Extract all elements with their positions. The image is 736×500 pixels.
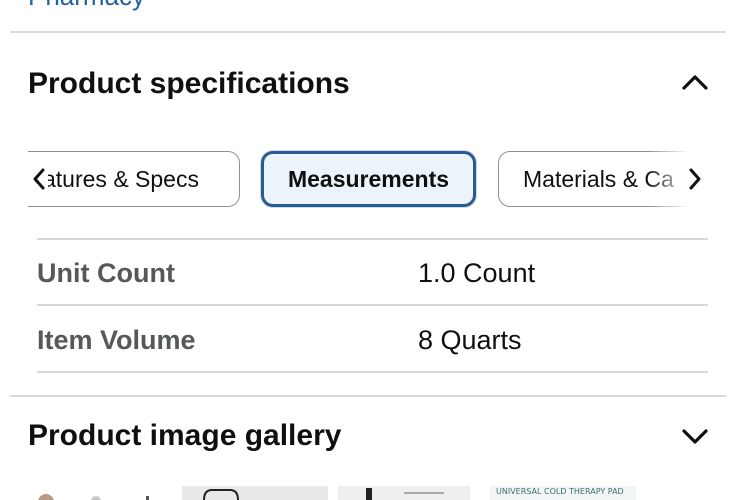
chevron-down-icon[interactable] <box>682 423 708 449</box>
tab-label: Measurements <box>287 166 450 192</box>
pharmacy-link[interactable]: Pharmacy <box>28 0 145 10</box>
product-specifications-title: Product specifications <box>28 67 350 100</box>
spec-value: 1.0 Count <box>418 258 536 288</box>
section-divider <box>10 31 726 33</box>
gallery-thumbnail[interactable] <box>36 486 154 500</box>
page: Pharmacy Product specifications atures &… <box>0 0 736 500</box>
spec-label: Item Volume <box>37 325 196 355</box>
spec-tabs: atures & Specs Measurements Materials & … <box>28 150 708 210</box>
gallery-thumbnail[interactable] <box>338 486 470 500</box>
tab-features-specs[interactable]: atures & Specs <box>28 151 240 207</box>
product-image-gallery-title: Product image gallery <box>28 419 342 452</box>
row-divider <box>37 238 708 240</box>
gallery-thumbnail[interactable]: UNIVERSAL COLD THERAPY PAD <box>490 486 636 500</box>
chevron-up-icon[interactable] <box>682 69 708 95</box>
spec-value: 8 Quarts <box>418 325 522 355</box>
tab-label: atures & Specs <box>43 166 199 192</box>
gallery-thumbnail[interactable] <box>182 486 328 500</box>
chevron-right-icon[interactable] <box>686 166 704 192</box>
tab-measurements[interactable]: Measurements <box>261 151 476 207</box>
section-divider <box>10 395 726 397</box>
row-divider <box>37 371 708 373</box>
chevron-left-icon[interactable] <box>30 166 48 192</box>
row-divider <box>37 304 708 306</box>
spec-label: Unit Count <box>37 258 175 288</box>
gallery-thumbnail-caption: UNIVERSAL COLD THERAPY PAD <box>496 487 624 496</box>
gallery-thumbnails: UNIVERSAL COLD THERAPY PAD <box>0 486 736 500</box>
